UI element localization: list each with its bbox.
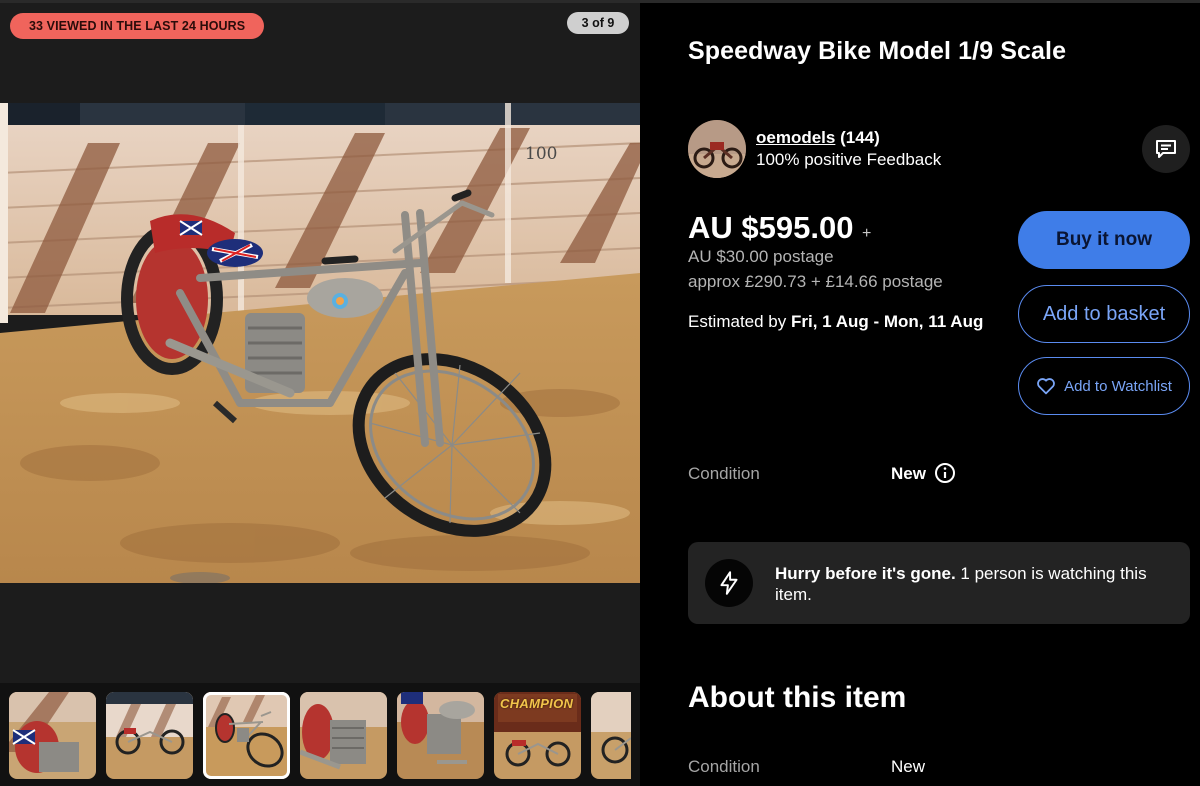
urgency-banner: Hurry before it's gone. 1 person is watc… <box>688 542 1190 624</box>
message-icon <box>1156 140 1176 158</box>
thumbnail-1[interactable] <box>9 692 96 779</box>
seller-name-link[interactable]: oemodels <box>756 128 835 147</box>
item-title: Speedway Bike Model 1/9 Scale <box>688 37 1067 65</box>
contact-seller-button[interactable] <box>1142 125 1190 173</box>
motorcycle-photo: 100 <box>0 103 640 583</box>
main-product-image[interactable]: 100 <box>0 103 640 583</box>
approx-converted-price: approx £290.73 + £14.66 postage <box>688 272 943 291</box>
add-to-basket-button[interactable]: Add to basket <box>1018 285 1190 343</box>
wall-sign-number: 100 <box>525 144 557 164</box>
thumbnail-6[interactable]: CHAMPION <box>494 692 581 779</box>
price-plus-sign: + <box>862 225 872 242</box>
thumbnail-label-champion: CHAMPION <box>500 696 574 711</box>
item-details-panel: Speedway Bike Model 1/9 Scale oemodels (… <box>640 3 1200 786</box>
thumbnail-image <box>106 692 193 779</box>
lightning-icon-circle <box>705 559 753 607</box>
postage-cost: AU $30.00 postage <box>688 247 834 266</box>
thumbnail-4[interactable] <box>300 692 387 779</box>
delivery-estimate: Estimated by Fri, 1 Aug - Mon, 11 Aug <box>688 312 983 332</box>
about-condition-label: Condition <box>688 757 760 776</box>
about-this-item-heading: About this item <box>688 681 907 714</box>
thumbnail-row: CHAMPION <box>9 692 631 780</box>
add-to-watchlist-label: Add to Watchlist <box>1064 377 1172 395</box>
listing-page: 33 VIEWED IN THE LAST 24 HOURS 3 of 9 10… <box>0 0 1200 786</box>
add-to-watchlist-button[interactable]: Add to Watchlist <box>1018 357 1190 415</box>
info-icon[interactable] <box>934 462 956 484</box>
thumbnail-5[interactable] <box>397 692 484 779</box>
thumbnail-image <box>591 692 631 779</box>
about-condition-value: New <box>891 757 926 776</box>
image-counter: 3 of 9 <box>567 12 629 34</box>
condition-label: Condition <box>688 464 760 483</box>
lightning-icon <box>720 571 738 595</box>
image-gallery: 33 VIEWED IN THE LAST 24 HOURS 3 of 9 10… <box>0 3 640 786</box>
seller-avatar[interactable] <box>688 120 746 178</box>
condition-value: New <box>891 464 926 483</box>
delivery-estimate-prefix: Estimated by <box>688 312 791 331</box>
urgency-headline: Hurry before it's gone. <box>775 564 956 583</box>
delivery-estimate-dates: Fri, 1 Aug - Mon, 11 Aug <box>791 312 984 331</box>
thumbnail-image <box>9 692 96 779</box>
item-price: AU $595.00 <box>688 210 854 245</box>
seller-feedback-percentage: 100% positive Feedback <box>756 150 942 169</box>
avatar-image <box>688 120 746 178</box>
thumbnail-7[interactable] <box>591 692 631 779</box>
urgency-message: Hurry before it's gone. 1 person is watc… <box>775 563 1170 605</box>
buy-it-now-label: Buy it now <box>1055 229 1153 250</box>
thumbnail-image <box>397 692 484 779</box>
thumbnail-2[interactable] <box>106 692 193 779</box>
add-to-basket-label: Add to basket <box>1042 302 1166 325</box>
heart-icon <box>1037 378 1055 395</box>
seller-info: oemodels (144) <box>756 128 880 148</box>
thumbnail-strip: CHAMPION <box>0 683 640 786</box>
buy-it-now-button[interactable]: Buy it now <box>1018 211 1190 269</box>
thumbnail-image <box>203 692 290 779</box>
seller-feedback-count: (144) <box>840 128 880 147</box>
thumbnail-3-selected[interactable] <box>203 692 290 779</box>
views-badge: 33 VIEWED IN THE LAST 24 HOURS <box>10 13 265 39</box>
thumbnail-image <box>300 692 387 779</box>
